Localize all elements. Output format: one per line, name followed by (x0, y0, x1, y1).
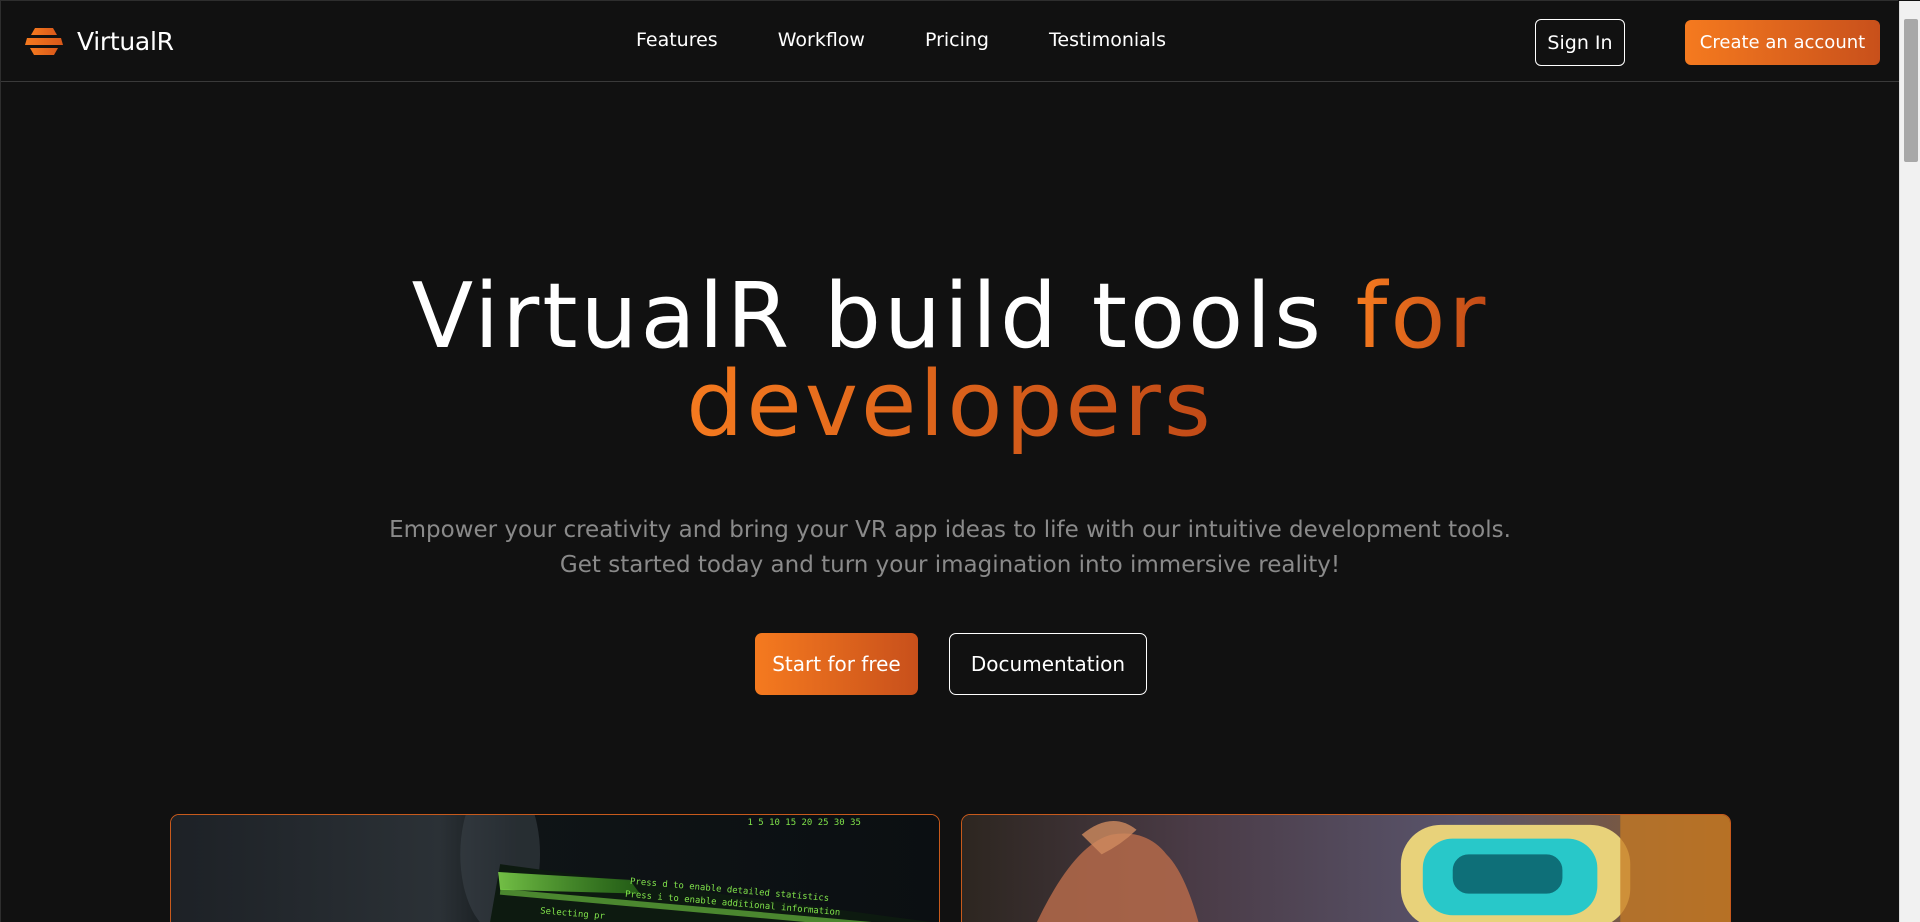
vr-headset-card (961, 814, 1731, 922)
brand[interactable]: VirtualR (23, 21, 174, 61)
hero-title-accent-for: for (1355, 264, 1489, 369)
nav-link-workflow[interactable]: Workflow (778, 29, 865, 51)
hero-subtitle-line-1: Empower your creativity and bring your V… (389, 517, 1511, 543)
code-screen-image: 1 5 10 15 20 25 30 35 Press d to enable … (171, 815, 939, 922)
nav-link-pricing[interactable]: Pricing (925, 29, 989, 51)
hero-subtitle-line-2: Get started today and turn your imaginat… (559, 552, 1341, 578)
vr-headset-image (962, 815, 1730, 922)
virtualr-logo-icon (25, 28, 63, 55)
nav-link-features[interactable]: Features (636, 29, 718, 51)
create-account-button[interactable]: Create an account (1685, 20, 1880, 65)
scrollbar-thumb[interactable] (1904, 19, 1918, 162)
brand-name: VirtualR (77, 26, 174, 56)
top-navbar: VirtualR Features Workflow Pricing Testi… (1, 1, 1899, 82)
sign-in-button[interactable]: Sign In (1535, 19, 1625, 66)
hero-title: VirtualR build tools for developers (1, 272, 1899, 450)
start-for-free-button[interactable]: Start for free (755, 633, 918, 695)
card-scale-numbers: 1 5 10 15 20 25 30 35 (747, 818, 860, 828)
documentation-button[interactable]: Documentation (949, 633, 1147, 695)
hero-subtitle: Empower your creativity and bring your V… (1, 513, 1899, 583)
hero-title-accent-developers: developers (686, 352, 1214, 457)
code-screen-card: 1 5 10 15 20 25 30 35 Press d to enable … (170, 814, 940, 922)
page: VirtualR Features Workflow Pricing Testi… (0, 0, 1920, 922)
page-scrollbar[interactable] (1899, 1, 1920, 922)
cta-row: Start for free Documentation (755, 633, 1147, 695)
nav-link-testimonials[interactable]: Testimonials (1049, 29, 1166, 51)
nav-links: Features Workflow Pricing Testimonials (636, 29, 1166, 51)
